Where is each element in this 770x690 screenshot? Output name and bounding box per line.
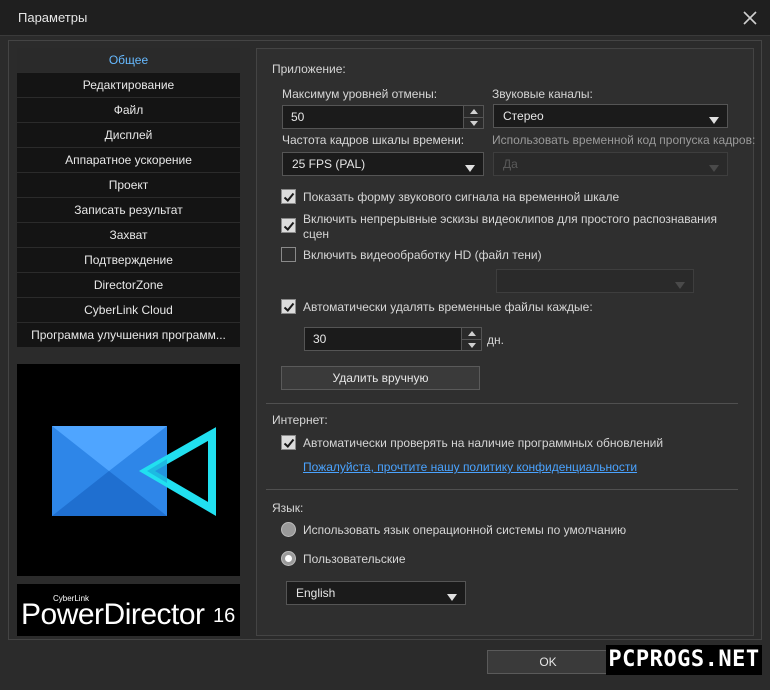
frame-rate-dropdown[interactable]: 25 FPS (PAL) [282,152,484,176]
checkmark-icon [283,221,295,231]
product-version: 16 [213,605,236,627]
close-icon[interactable] [740,8,760,28]
ok-button[interactable]: OK [487,650,609,674]
audio-channels-value: Стерео [503,109,544,123]
frame-rate-value: 25 FPS (PAL) [292,157,366,171]
caret-down-icon [465,161,475,175]
sidebar-item-capture[interactable]: Захват [17,223,240,247]
undo-levels-value: 50 [291,110,305,124]
auto-delete-days-stepper[interactable]: 30 [304,327,482,351]
days-unit-label: дн. [487,333,504,347]
watermark: PCPROGS.NET [606,645,762,675]
sidebar-item-project[interactable]: Проект [17,173,240,197]
sidebar-item-directorzone[interactable]: DirectorZone [17,273,240,297]
caret-down-icon [675,278,685,292]
section-title-application: Приложение: [272,62,346,76]
checkmark-icon [283,192,295,202]
hd-processing-dropdown[interactable] [496,269,694,293]
drop-frame-dropdown[interactable]: Да [493,152,728,176]
frame-rate-label: Частота кадров шкалы времени: [282,133,465,147]
thumbnails-label-line1: Включить непрерывные эскизы видеоклипов … [303,212,717,226]
delete-manually-button[interactable]: Удалить вручную [281,366,480,390]
sidebar-item-general[interactable]: Общее [17,48,240,72]
auto-delete-label: Автоматически удалять временные файлы ка… [303,300,593,314]
language-dropdown[interactable]: English [286,581,466,605]
stepper-arrows[interactable] [463,106,483,128]
chevron-up-icon[interactable] [462,328,481,339]
product-name-banner: CyberLink PowerDirector 16 [17,584,240,636]
waveform-label: Показать форму звукового сигнала на врем… [303,190,620,204]
caret-down-icon [709,161,719,175]
checkmark-icon [283,302,295,312]
section-title-language: Язык: [272,501,304,515]
audio-channels-label: Звуковые каналы: [492,87,593,101]
waveform-checkbox[interactable] [281,189,296,204]
custom-language-radio[interactable] [281,551,296,566]
caret-down-icon [447,590,457,604]
audio-channels-dropdown[interactable]: Стерео [493,104,728,128]
title-bar: Параметры [0,0,770,36]
caret-down-icon [709,113,719,127]
chevron-down-icon[interactable] [462,339,481,350]
chevron-down-icon[interactable] [464,117,483,128]
system-language-label: Использовать язык операционной системы п… [303,523,627,537]
language-value: English [296,586,336,600]
drop-frame-label: Использовать временной код пропуска кадр… [492,133,756,147]
sidebar-item-hardware-acceleration[interactable]: Аппаратное ускорение [17,148,240,172]
sidebar-item-file[interactable]: Файл [17,98,240,122]
sidebar: Общее Редактирование Файл Дисплей Аппара… [17,48,240,348]
undo-levels-label: Максимум уровней отмены: [282,87,438,101]
auto-update-label: Автоматически проверять на наличие прогр… [303,436,664,450]
auto-delete-checkbox[interactable] [281,299,296,314]
thumbnails-label-line2: сцен [303,227,330,241]
thumbnails-checkbox[interactable] [281,218,296,233]
divider [266,403,738,404]
sidebar-item-produce[interactable]: Записать результат [17,198,240,222]
powerdirector-logo [17,364,240,576]
hd-processing-label: Включить видеообработку HD (файл тени) [303,248,542,262]
chevron-up-icon[interactable] [464,106,483,117]
sidebar-item-display[interactable]: Дисплей [17,123,240,147]
divider [266,489,738,490]
sidebar-item-editing[interactable]: Редактирование [17,73,240,97]
auto-delete-days-value: 30 [313,332,327,346]
undo-levels-stepper[interactable]: 50 [282,105,484,129]
privacy-policy-link[interactable]: Пожалуйста, прочтите нашу политику конфи… [303,460,637,474]
system-language-radio[interactable] [281,522,296,537]
window-title: Параметры [18,10,88,25]
sidebar-item-confirmation[interactable]: Подтверждение [17,248,240,272]
custom-language-label: Пользовательские [303,552,406,566]
auto-update-checkbox[interactable] [281,435,296,450]
drop-frame-value: Да [503,157,518,171]
sidebar-item-cyberlink-cloud[interactable]: CyberLink Cloud [17,298,240,322]
checkmark-icon [283,438,295,448]
sidebar-item-improvement-program[interactable]: Программа улучшения программ... [17,323,240,347]
stepper-arrows[interactable] [461,328,481,350]
hd-processing-checkbox[interactable] [281,247,296,262]
product-name: PowerDirector [21,598,205,631]
section-title-internet: Интернет: [272,413,328,427]
